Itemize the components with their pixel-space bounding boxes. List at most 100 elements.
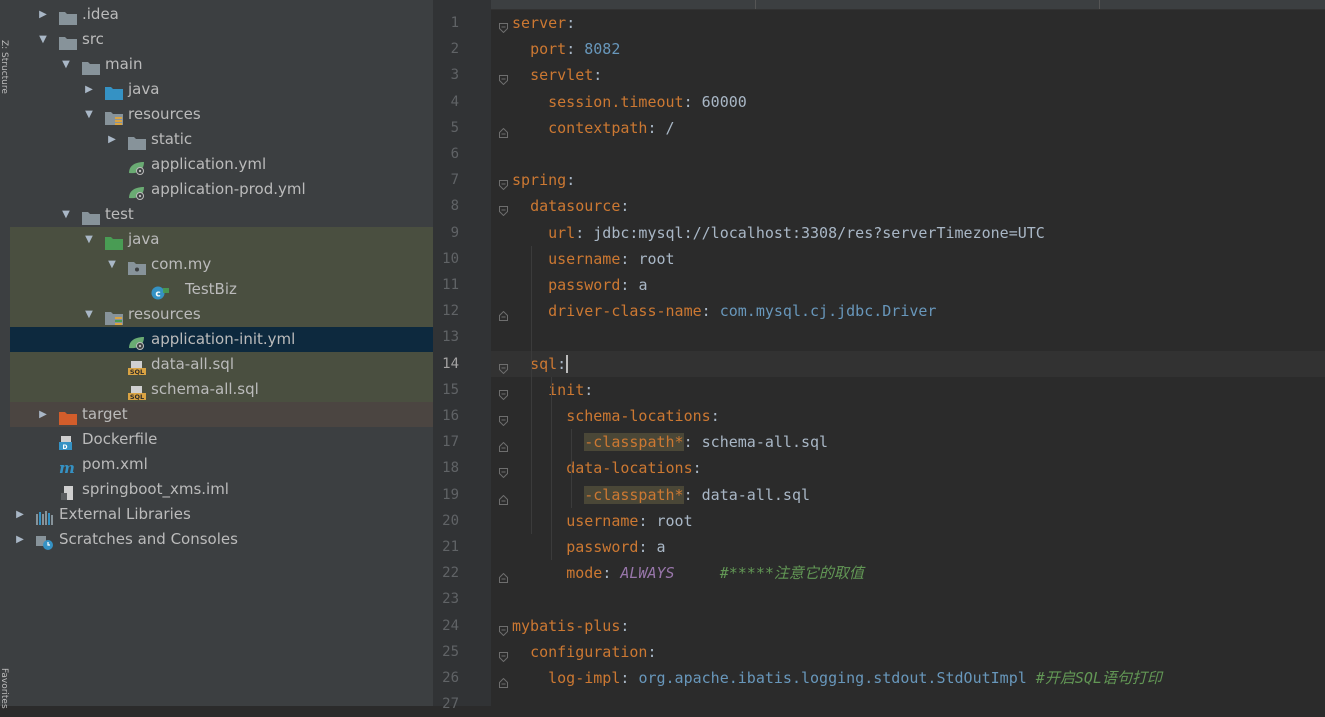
tree-item[interactable]: ▼ java (10, 227, 433, 252)
line-number: 5 (450, 119, 459, 136)
tree-item[interactable]: ▶ .idea (10, 2, 433, 27)
fold-end-icon[interactable] (499, 437, 508, 453)
tree-item-label: External Libraries (59, 505, 191, 523)
expand-arrow-icon[interactable]: ▼ (83, 302, 95, 327)
code-token: configuration (530, 642, 648, 661)
tree-item[interactable]: ▶ java (10, 77, 433, 102)
fold-start-icon[interactable] (499, 463, 508, 479)
code-line[interactable]: server: (512, 10, 575, 36)
folder-icon (59, 8, 77, 25)
tree-item[interactable]: ▶ static (10, 127, 433, 152)
tree-item[interactable]: ▶ Scratches and Consoles (10, 527, 433, 552)
code-line[interactable]: url: jdbc:mysql://localhost:3308/res?ser… (512, 220, 1045, 246)
code-line[interactable]: port: 8082 (512, 36, 620, 62)
collapse-arrow-icon[interactable]: ▶ (14, 527, 26, 552)
fold-end-icon[interactable] (499, 123, 508, 138)
fold-start-icon[interactable] (499, 175, 508, 191)
code-token: : (701, 302, 720, 321)
code-line[interactable]: configuration: (512, 639, 657, 665)
tree-item[interactable]: ▼ src (10, 27, 433, 52)
code-token: contextpath (548, 118, 648, 137)
structure-tool-tab[interactable]: Z: Structure (0, 40, 9, 94)
collapse-arrow-icon[interactable]: ▶ (106, 127, 118, 152)
code-line[interactable]: password: a (512, 272, 647, 298)
tree-item-label: test (105, 205, 134, 223)
tree-item[interactable]: ▼ resources (10, 102, 433, 127)
code-line[interactable]: mybatis-plus: (512, 613, 629, 639)
code-line[interactable]: sql: (512, 351, 569, 377)
code-line[interactable]: session.timeout: 60000 (512, 89, 747, 115)
tree-item[interactable]: application-init.yml (10, 327, 433, 352)
tree-item[interactable]: ▼ test (10, 202, 433, 227)
expand-arrow-icon[interactable]: ▼ (83, 102, 95, 127)
collapse-arrow-icon[interactable]: ▶ (37, 2, 49, 27)
expand-arrow-icon[interactable]: ▼ (37, 27, 49, 52)
tree-item[interactable]: springboot_xms.iml (10, 477, 433, 502)
fold-start-icon[interactable] (499, 18, 508, 34)
tree-item[interactable]: ▶ target (10, 402, 433, 427)
fold-end-icon[interactable] (499, 490, 508, 505)
code-line[interactable]: init: (512, 377, 593, 403)
tree-item[interactable]: D Dockerfile (10, 427, 433, 452)
fold-start-icon[interactable] (499, 201, 508, 217)
fold-start-icon[interactable] (499, 647, 508, 663)
code-line[interactable]: username: root (512, 508, 692, 534)
tree-item[interactable]: application-prod.yml (10, 177, 433, 202)
code-token: : (638, 511, 657, 530)
editor-tab-bar[interactable] (491, 0, 1325, 10)
collapse-arrow-icon[interactable]: ▶ (37, 402, 49, 427)
fold-start-icon[interactable] (499, 359, 508, 374)
code-line[interactable]: data-locations: (512, 455, 701, 481)
code-line[interactable]: -classpath*: schema-all.sql (512, 429, 828, 455)
fold-end-icon[interactable] (499, 306, 508, 322)
fold-start-icon[interactable] (499, 411, 508, 427)
tree-item[interactable]: ▼ com.my (10, 252, 433, 277)
tree-item[interactable]: ▼ resources (10, 302, 433, 327)
code-token: : (647, 642, 657, 661)
code-line[interactable]: password: a (512, 534, 665, 560)
expand-arrow-icon[interactable]: ▼ (83, 227, 95, 252)
code-line[interactable]: driver-class-name: com.mysql.cj.jdbc.Dri… (512, 298, 936, 324)
code-token: log-impl (548, 669, 621, 687)
code-line[interactable]: mode: ALWAYS #*****注意它的取值 (512, 560, 864, 586)
tree-item[interactable]: SQL schema-all.sql (10, 377, 433, 402)
tree-item[interactable]: ▼ main (10, 52, 433, 77)
fold-start-icon[interactable] (499, 621, 508, 636)
collapse-arrow-icon[interactable]: ▶ (14, 502, 26, 527)
spring-config-icon (128, 158, 146, 175)
code-token: username (566, 511, 639, 530)
tree-item-label: main (105, 55, 143, 73)
libraries-icon (36, 508, 54, 525)
favorites-tool-tab[interactable]: Favorites (0, 668, 9, 709)
tree-item[interactable]: m pom.xml (10, 452, 433, 477)
code-line[interactable]: -classpath*: data-all.sql (512, 482, 810, 508)
tree-item-label: java (128, 230, 160, 248)
code-editor[interactable]: 1 2 3 4 5 6 7 8 9 10 11 12 13 14 15 16 17 18 19 20 21 22 23 24 2… (433, 0, 1325, 712)
tree-item[interactable]: SQL data-all.sql (10, 352, 433, 377)
collapse-arrow-icon[interactable]: ▶ (83, 77, 95, 102)
code-line[interactable]: log-impl: org.apache.ibatis.logging.stdo… (512, 665, 1162, 691)
fold-start-icon[interactable] (499, 385, 508, 401)
code-line[interactable]: username: root (512, 246, 674, 272)
code-line[interactable]: spring: (512, 167, 575, 193)
code-line[interactable]: servlet: (512, 62, 602, 88)
tree-item[interactable]: ▶ External Libraries (10, 502, 433, 527)
line-number: 22 (442, 565, 459, 582)
fold-start-icon[interactable] (499, 70, 508, 86)
code-line[interactable]: contextpath: / (512, 115, 674, 141)
fold-end-icon[interactable] (499, 568, 508, 584)
code-line[interactable]: schema-locations: (512, 403, 720, 429)
folder-icon (82, 58, 100, 75)
tree-item-label: springboot_xms.iml (82, 480, 229, 498)
expand-arrow-icon[interactable]: ▼ (60, 202, 72, 227)
expand-arrow-icon[interactable]: ▼ (60, 52, 72, 77)
tree-item[interactable]: application.yml (10, 152, 433, 177)
tree-item[interactable]: c TestBiz (10, 277, 433, 302)
svg-text:m: m (59, 461, 75, 475)
fold-end-icon[interactable] (499, 673, 508, 688)
expand-arrow-icon[interactable]: ▼ (106, 252, 118, 277)
code-line[interactable]: datasource: (512, 193, 629, 219)
